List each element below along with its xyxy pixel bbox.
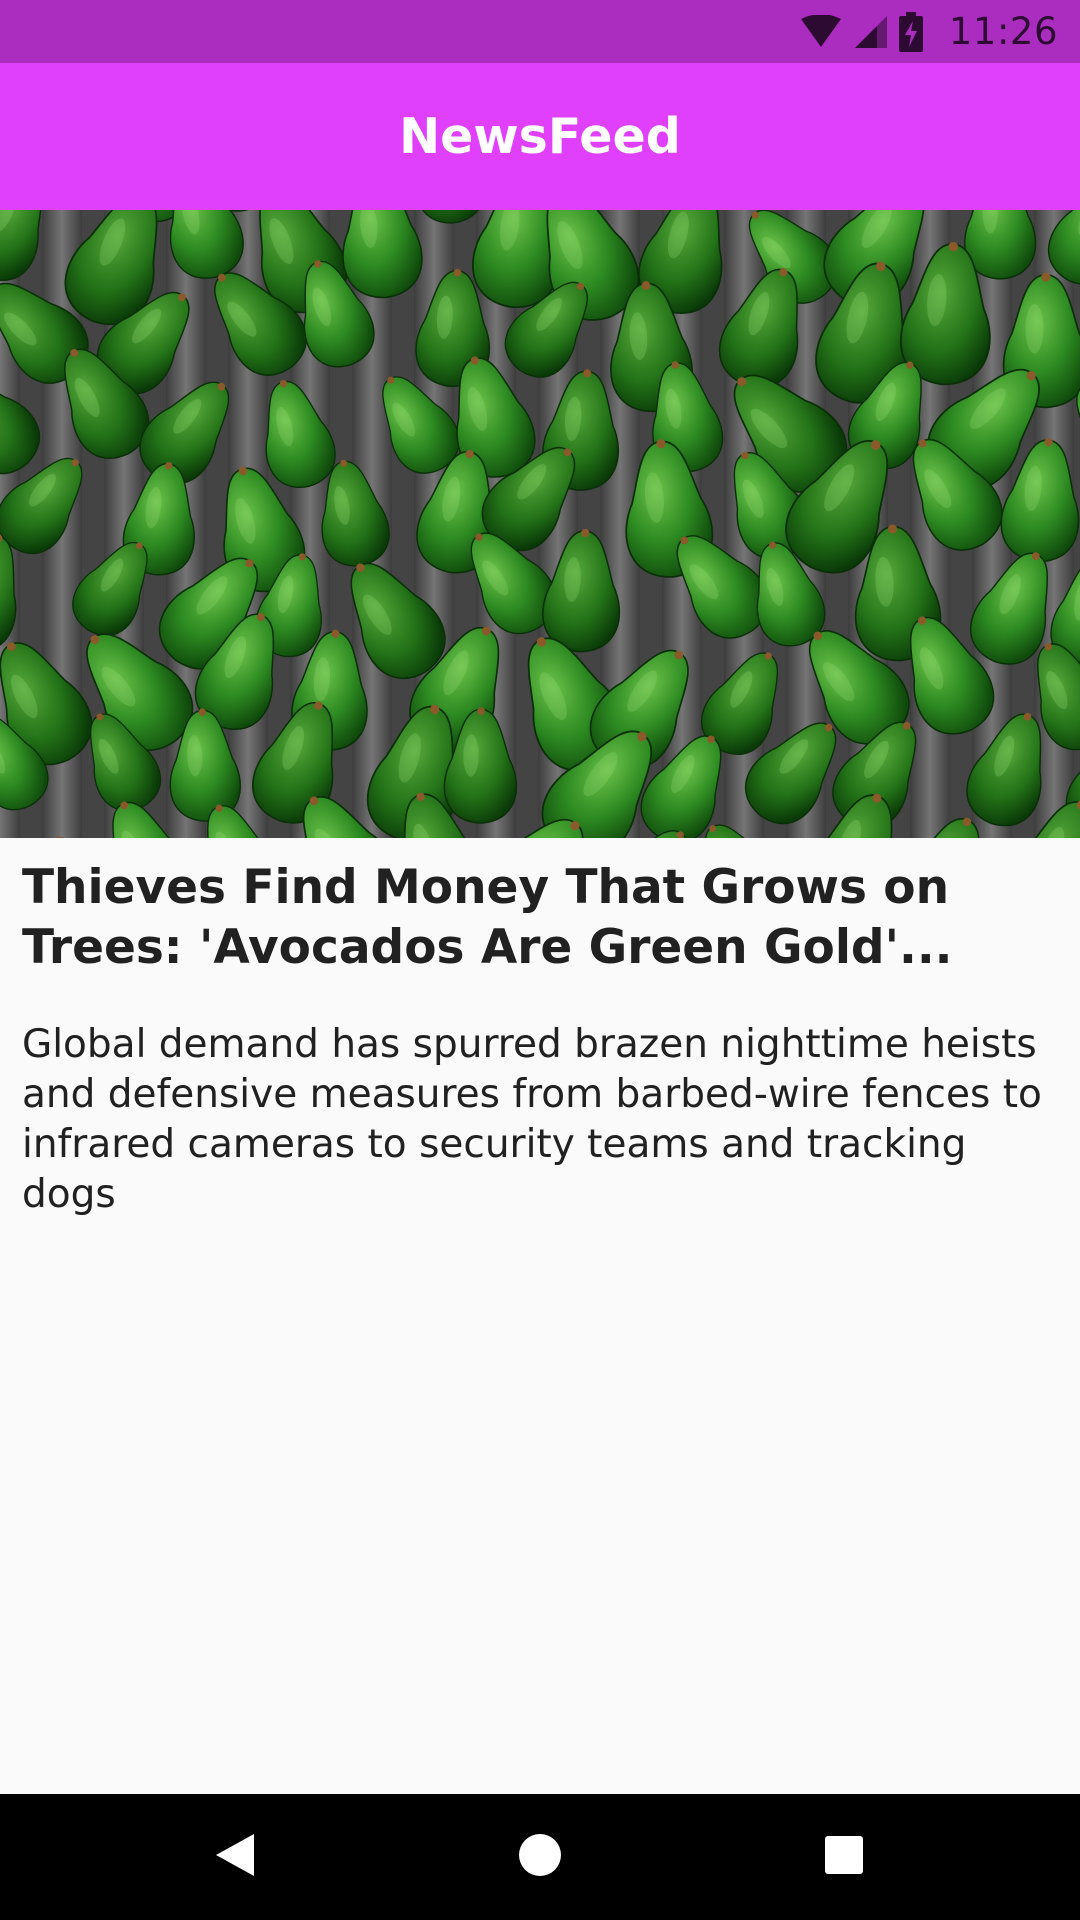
home-icon xyxy=(518,1833,562,1882)
avocado-photo xyxy=(0,210,1080,838)
app-bar: NewsFeed xyxy=(0,63,1080,210)
recents-button[interactable] xyxy=(784,1794,904,1920)
status-bar: 11:26 xyxy=(0,0,1080,63)
back-button[interactable] xyxy=(175,1794,295,1920)
status-time: 11:26 xyxy=(948,10,1058,53)
home-button[interactable] xyxy=(480,1794,600,1920)
battery-charging-icon xyxy=(898,11,923,52)
wifi-icon xyxy=(799,14,843,49)
app-screen: 11:26 NewsFeed Thieves Find Money That G… xyxy=(0,0,1080,1920)
article-title[interactable]: Thieves Find Money That Grows on Trees: … xyxy=(22,858,1058,978)
back-icon xyxy=(214,1832,256,1883)
article-card[interactable]: Thieves Find Money That Grows on Trees: … xyxy=(22,858,1058,1220)
navigation-bar xyxy=(0,1794,1080,1920)
article-description: Global demand has spurred brazen nightti… xyxy=(22,1022,1042,1217)
app-title: NewsFeed xyxy=(399,108,681,165)
article-image[interactable] xyxy=(0,210,1080,838)
recents-icon xyxy=(824,1835,864,1880)
cellular-signal-icon xyxy=(853,14,889,50)
status-icons: 11:26 xyxy=(799,0,1058,63)
